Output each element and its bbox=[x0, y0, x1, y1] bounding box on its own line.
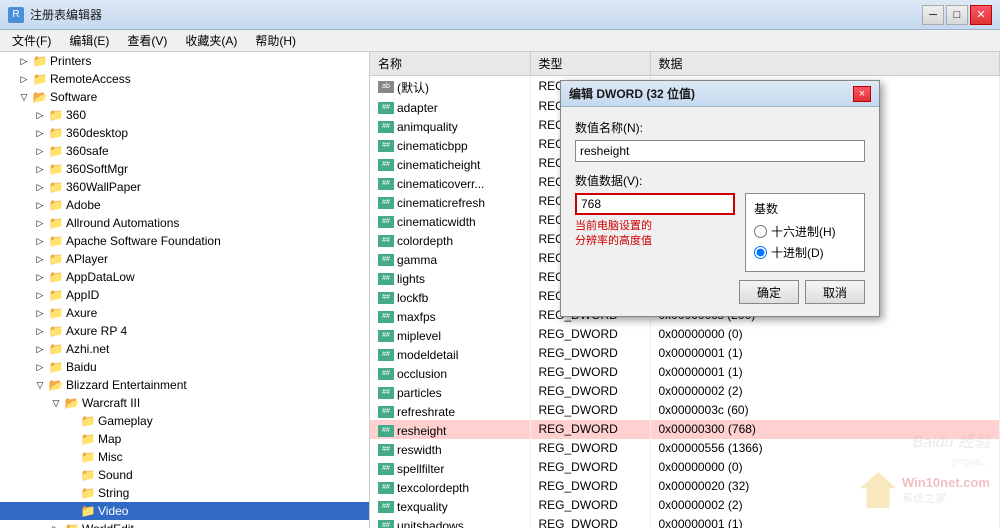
hex-radio-label: 十六进制(H) bbox=[771, 223, 836, 240]
watermark-jinya: jingya... bbox=[952, 456, 990, 468]
dialog-note: 当前电脑设置的分辨率的高度值 bbox=[575, 219, 735, 250]
data-field-label: 数值数据(V): bbox=[575, 172, 865, 189]
base-label: 基数 bbox=[754, 200, 856, 217]
dialog-body: 数值名称(N): 数值数据(V): 当前电脑设置的分辨率的高度值 基数 十六进制… bbox=[561, 107, 879, 316]
dialog-buttons: 确定 取消 bbox=[575, 280, 865, 304]
win10net-text: Win10net.com bbox=[902, 475, 990, 490]
data-value-input[interactable] bbox=[575, 193, 735, 215]
watermark-logo: Win10net.com 系统之家 bbox=[860, 472, 990, 508]
xitong-text: 系统之家 bbox=[902, 490, 990, 506]
watermark-baidu: Baidu 经验 bbox=[913, 428, 990, 452]
dialog-close-button[interactable]: × bbox=[853, 86, 871, 102]
ok-button[interactable]: 确定 bbox=[739, 280, 799, 304]
watermark-text: Win10net.com 系统之家 bbox=[902, 475, 990, 506]
dialog-title-bar: 编辑 DWORD (32 位值) × bbox=[561, 81, 879, 107]
dec-radio-row[interactable]: 十进制(D) bbox=[754, 244, 856, 261]
dec-radio[interactable] bbox=[754, 246, 767, 259]
dialog-title: 编辑 DWORD (32 位值) bbox=[569, 85, 695, 102]
name-field-label: 数值名称(N): bbox=[575, 119, 865, 136]
house-icon bbox=[860, 472, 896, 508]
watermark: Baidu 经验 jingya... Win10net.com 系统之家 bbox=[860, 428, 990, 508]
name-field-input[interactable] bbox=[575, 140, 865, 162]
dec-radio-label: 十进制(D) bbox=[771, 244, 824, 261]
base-radio-group: 基数 十六进制(H) 十进制(D) bbox=[745, 193, 865, 272]
edit-dword-dialog: 编辑 DWORD (32 位值) × 数值名称(N): 数值数据(V): 当前电… bbox=[560, 80, 880, 317]
cancel-button[interactable]: 取消 bbox=[805, 280, 865, 304]
hex-radio-row[interactable]: 十六进制(H) bbox=[754, 223, 856, 240]
hex-radio[interactable] bbox=[754, 225, 767, 238]
dialog-overlay: 编辑 DWORD (32 位值) × 数值名称(N): 数值数据(V): 当前电… bbox=[0, 0, 1000, 528]
